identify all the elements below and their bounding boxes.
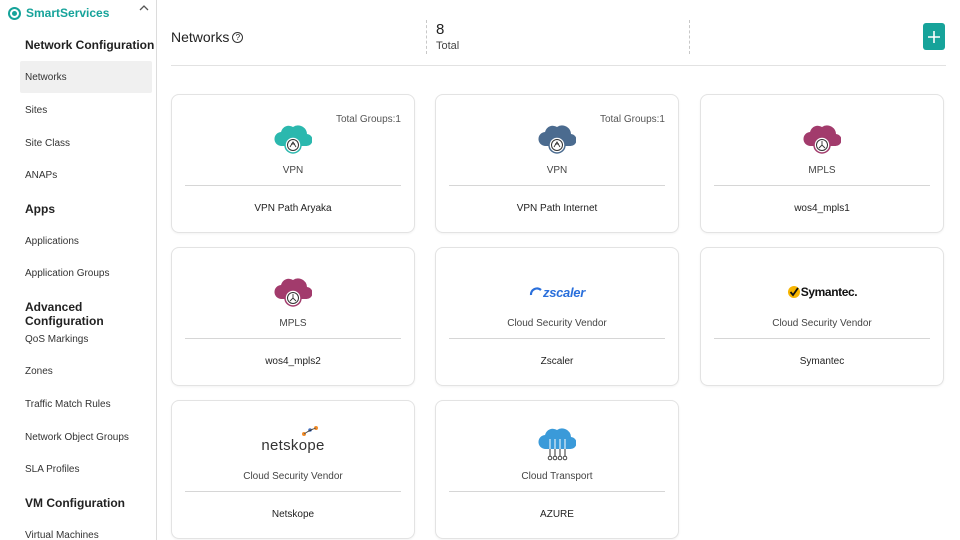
page-title-text: Networks <box>171 29 230 45</box>
sidebar-item-application-groups[interactable]: Application Groups <box>20 257 152 289</box>
app-window: SmartServices Network Configuration Netw… <box>0 0 960 540</box>
azure-cloud-icon <box>436 427 678 463</box>
card-name: Zscaler <box>540 356 574 367</box>
card-type: Cloud Security Vendor <box>772 318 872 329</box>
sidebar-item-networks[interactable]: Networks <box>20 61 152 93</box>
sidebar-item-virtual-machines[interactable]: Virtual Machines <box>20 519 152 540</box>
page-title: Networks ? <box>171 29 244 45</box>
page-header: Networks ? 8 Total <box>171 18 946 66</box>
sidebar-item-qos-markings[interactable]: QoS Markings <box>20 323 152 355</box>
sidebar-item-sites[interactable]: Sites <box>20 94 152 126</box>
card-type: Cloud Security Vendor <box>243 471 343 482</box>
sidebar-item-applications[interactable]: Applications <box>20 225 152 257</box>
card-type: Cloud Security Vendor <box>507 318 607 329</box>
card-type: MPLS <box>279 318 307 329</box>
nav-heading-apps: Apps <box>25 202 55 216</box>
card-name: AZURE <box>540 509 574 520</box>
network-card[interactable]: MPLS wos4_mpls1 <box>700 94 944 233</box>
card-name: VPN Path Aryaka <box>254 203 332 214</box>
total-count: 8 <box>436 21 445 38</box>
sidebar-item-sla-profiles[interactable]: SLA Profiles <box>20 453 152 485</box>
smartservices-logo-icon <box>8 6 21 20</box>
card-name: Netskope <box>271 509 315 520</box>
card-divider <box>185 338 401 339</box>
add-network-button[interactable] <box>923 23 945 50</box>
card-name: Symantec <box>799 356 845 367</box>
mpls-cloud-icon <box>172 274 414 310</box>
card-divider <box>449 338 665 339</box>
card-type: VPN <box>546 165 568 176</box>
symantec-logo: Symantec. <box>701 274 943 310</box>
vpn-cloud-icon <box>172 121 414 157</box>
netskope-logo: netskope <box>172 425 414 463</box>
network-card[interactable]: MPLS wos4_mpls2 <box>171 247 415 386</box>
card-name: VPN Path Internet <box>516 203 598 214</box>
card-divider <box>714 185 930 186</box>
sidebar-item-zones[interactable]: Zones <box>20 355 152 387</box>
network-card[interactable]: Total Groups:1 VPN VPN Path Internet <box>435 94 679 233</box>
card-divider <box>714 338 930 339</box>
network-card[interactable]: Symantec. Cloud Security Vendor Symantec <box>700 247 944 386</box>
header-divider <box>426 20 427 54</box>
network-card[interactable]: Cloud Transport AZURE <box>435 400 679 539</box>
brand[interactable]: SmartServices <box>8 4 153 22</box>
network-card[interactable]: zscaler Cloud Security Vendor Zscaler <box>435 247 679 386</box>
sidebar-item-network-object-groups[interactable]: Network Object Groups <box>20 421 152 453</box>
card-divider <box>449 185 665 186</box>
sidebar-item-anaps[interactable]: ANAPs <box>20 159 152 191</box>
sidebar-item-site-class[interactable]: Site Class <box>20 127 152 159</box>
mpls-cloud-icon <box>701 121 943 157</box>
brand-name: SmartServices <box>26 6 110 20</box>
nav-heading-vm-configuration: VM Configuration <box>25 496 125 510</box>
card-name: wos4_mpls1 <box>794 203 850 214</box>
card-divider <box>449 491 665 492</box>
card-type: Cloud Transport <box>521 471 593 482</box>
card-name: wos4_mpls2 <box>265 356 321 367</box>
card-divider <box>185 185 401 186</box>
help-circle-icon[interactable]: ? <box>232 31 244 43</box>
vpn-cloud-icon <box>436 121 678 157</box>
nav-heading-network-configuration: Network Configuration <box>25 38 155 52</box>
card-type: VPN <box>282 165 304 176</box>
total-label: Total <box>436 40 460 52</box>
card-type: MPLS <box>808 165 836 176</box>
sidebar-item-traffic-match-rules[interactable]: Traffic Match Rules <box>20 388 152 420</box>
network-card[interactable]: netskope Cloud Security Vendor Netskope <box>171 400 415 539</box>
network-card[interactable]: Total Groups:1 VPN VPN Path Aryaka <box>171 94 415 233</box>
sidebar: SmartServices Network Configuration Netw… <box>0 0 157 540</box>
plus-icon <box>928 30 940 43</box>
chevron-up-icon[interactable] <box>139 4 149 12</box>
card-divider <box>185 491 401 492</box>
header-divider <box>689 20 690 54</box>
zscaler-logo: zscaler <box>436 274 678 310</box>
